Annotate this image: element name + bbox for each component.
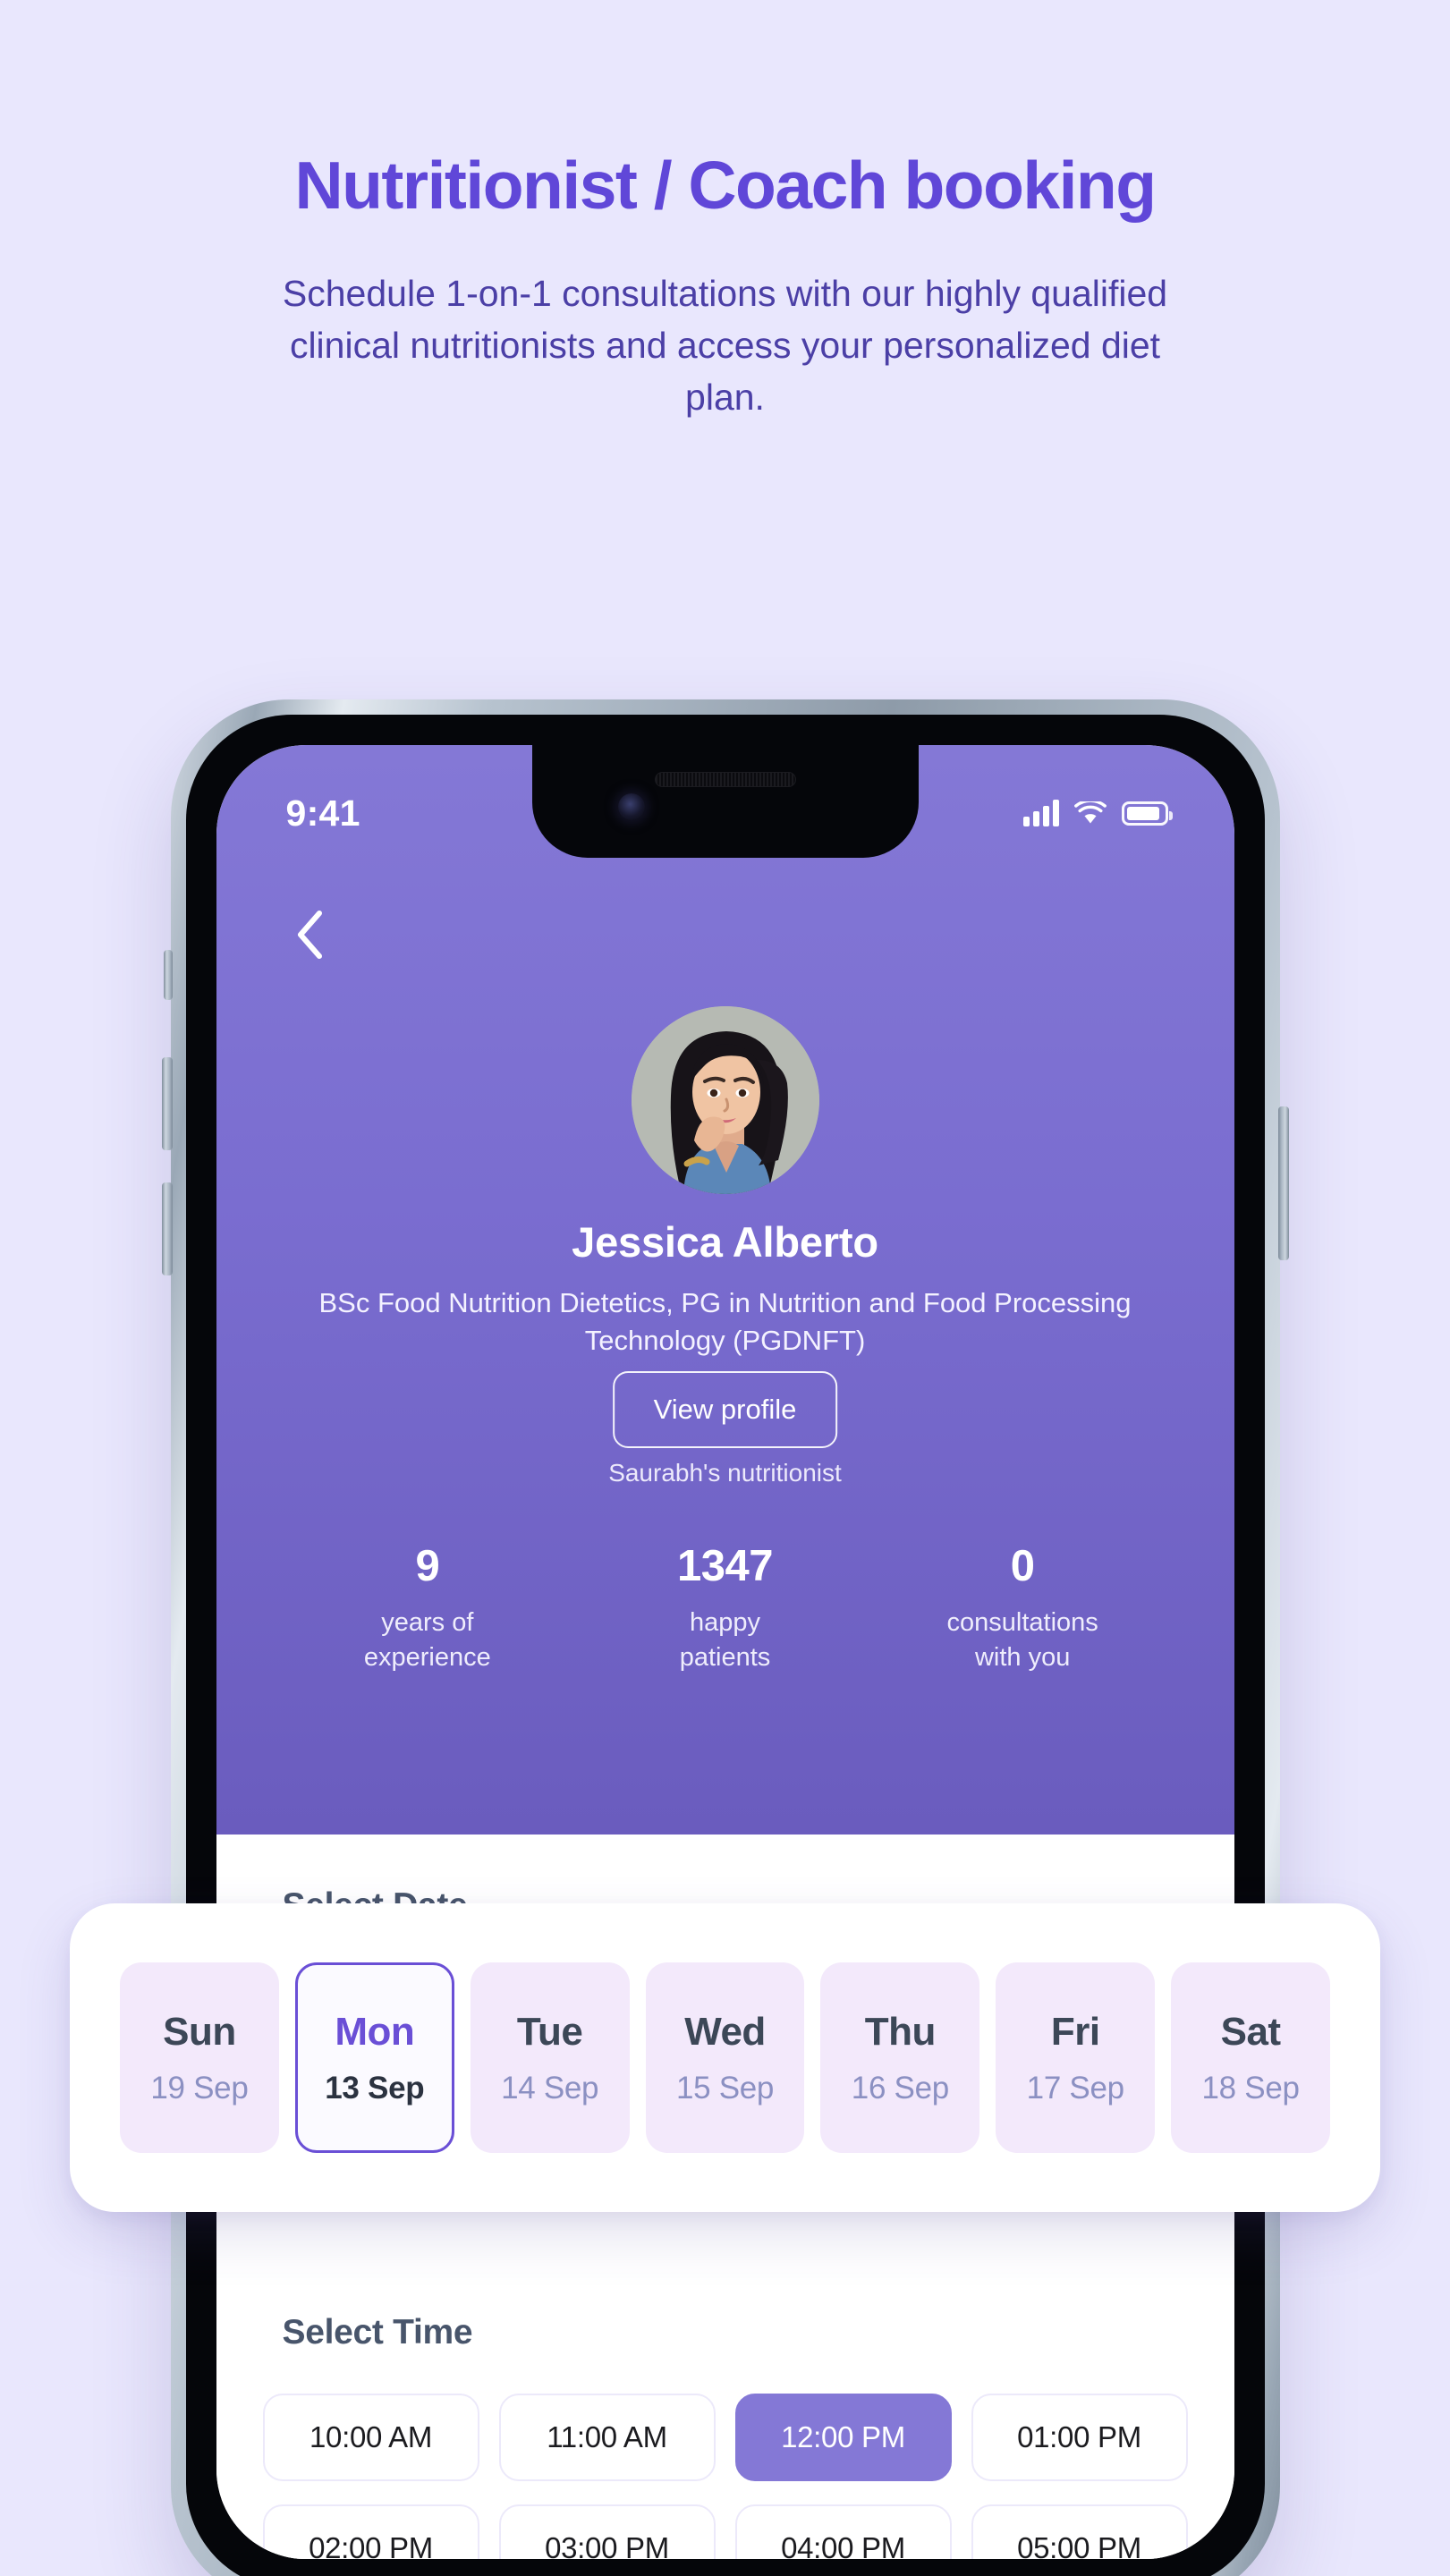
status-time: 9:41 xyxy=(285,792,360,834)
owner-label: Saurabh's nutritionist xyxy=(608,1459,842,1487)
avatar xyxy=(631,1006,819,1194)
stat-years-experience: 9 years of experience xyxy=(279,1541,577,1674)
avatar-image xyxy=(631,1006,819,1194)
phone-bezel: 9:41 Jessica Alberto BSc Food Nutrition … xyxy=(185,715,1265,2576)
phone-mockup: 9:41 Jessica Alberto BSc Food Nutrition … xyxy=(161,699,1289,2576)
nutritionist-name: Jessica Alberto xyxy=(572,1218,878,1266)
time-slot[interactable]: 05:00 PM xyxy=(971,2504,1188,2559)
profile-header: 9:41 Jessica Alberto BSc Food Nutrition … xyxy=(216,745,1234,1835)
silent-switch-button[interactable] xyxy=(163,950,173,1000)
day-date: 14 Sep xyxy=(501,2070,599,2106)
wifi-icon xyxy=(1073,801,1107,823)
day-date: 16 Sep xyxy=(851,2070,949,2106)
day-date: 13 Sep xyxy=(325,2070,425,2106)
page-subtitle: Schedule 1-on-1 consultations with our h… xyxy=(282,272,1168,419)
stat-label-line1: consultations xyxy=(946,1608,1098,1637)
date-option-sun[interactable]: Sun 19 Sep xyxy=(120,1962,279,2153)
stat-label-line2: with you xyxy=(974,1642,1071,1672)
stat-label-line2: patients xyxy=(679,1642,771,1672)
time-slot[interactable]: 01:00 PM xyxy=(971,2394,1188,2481)
time-slot[interactable]: 10:00 AM xyxy=(262,2394,479,2481)
signal-bars-icon xyxy=(1022,800,1059,826)
day-name: Sat xyxy=(1220,2009,1281,2054)
day-name: Thu xyxy=(864,2009,937,2054)
nutritionist-credentials: BSc Food Nutrition Dietetics, PG in Nutr… xyxy=(318,1287,1132,1356)
time-slot-grid: 10:00 AM 11:00 AM 12:00 PM 01:00 PM 02:0… xyxy=(262,2394,1188,2559)
speaker-grille-icon xyxy=(654,772,796,787)
view-profile-button[interactable]: View profile xyxy=(612,1371,838,1448)
day-date: 15 Sep xyxy=(675,2070,775,2106)
battery-icon xyxy=(1121,801,1173,826)
time-slot[interactable]: 04:00 PM xyxy=(734,2504,952,2559)
stat-label-line2: experience xyxy=(363,1642,491,1672)
time-slot[interactable]: 02:00 PM xyxy=(262,2504,479,2559)
day-name: Sun xyxy=(163,2009,236,2054)
date-selector-card: Sun 19 Sep Mon 13 Sep Tue 14 Sep Wed 15 … xyxy=(70,1903,1380,2212)
day-date: 18 Sep xyxy=(1201,2070,1300,2106)
date-option-wed[interactable]: Wed 15 Sep xyxy=(645,1962,805,2153)
day-name: Mon xyxy=(335,2009,415,2054)
stat-value: 0 xyxy=(1010,1542,1035,1590)
page-title: Nutritionist / Coach booking xyxy=(294,148,1157,223)
stat-value: 1347 xyxy=(677,1542,774,1590)
date-option-fri[interactable]: Fri 17 Sep xyxy=(996,1962,1156,2153)
date-option-thu[interactable]: Thu 16 Sep xyxy=(820,1962,980,2153)
page-header: Nutritionist / Coach booking Schedule 1-… xyxy=(0,0,1450,423)
stat-label: consultations with you xyxy=(874,1606,1172,1674)
day-name: Fri xyxy=(1050,2009,1100,2054)
day-date: 19 Sep xyxy=(150,2070,249,2106)
stat-label-line1: years of xyxy=(381,1608,474,1637)
day-date: 17 Sep xyxy=(1026,2070,1124,2106)
volume-down-button[interactable] xyxy=(161,1182,173,1275)
stat-label: years of experience xyxy=(279,1606,577,1674)
date-option-sat[interactable]: Sat 18 Sep xyxy=(1171,1962,1331,2153)
day-name: Tue xyxy=(516,2009,583,2054)
back-button[interactable] xyxy=(281,906,338,963)
date-option-mon-selected[interactable]: Mon 13 Sep xyxy=(294,1962,454,2153)
power-button[interactable] xyxy=(1277,1106,1289,1260)
stat-label: happy patients xyxy=(576,1606,874,1674)
phone-screen: 9:41 Jessica Alberto BSc Food Nutrition … xyxy=(216,745,1234,2559)
phone-frame: 9:41 Jessica Alberto BSc Food Nutrition … xyxy=(161,699,1289,2576)
stats-row: 9 years of experience 1347 happy patient… xyxy=(279,1541,1172,1674)
day-name: Wed xyxy=(684,2009,766,2054)
select-time-heading: Select Time xyxy=(282,2313,473,2351)
time-slot[interactable]: 03:00 PM xyxy=(498,2504,716,2559)
date-option-tue[interactable]: Tue 14 Sep xyxy=(470,1962,630,2153)
front-camera-icon xyxy=(617,793,645,820)
volume-up-button[interactable] xyxy=(161,1057,173,1150)
time-slot-selected[interactable]: 12:00 PM xyxy=(734,2394,952,2481)
stat-value: 9 xyxy=(415,1542,440,1590)
phone-notch xyxy=(531,745,919,858)
stat-consultations-with-you: 0 consultations with you xyxy=(874,1541,1172,1674)
status-icons xyxy=(1022,800,1173,826)
chevron-left-icon xyxy=(297,911,322,959)
stat-label-line1: happy xyxy=(690,1608,761,1637)
stat-happy-patients: 1347 happy patients xyxy=(576,1541,874,1674)
time-slot[interactable]: 11:00 AM xyxy=(498,2394,716,2481)
